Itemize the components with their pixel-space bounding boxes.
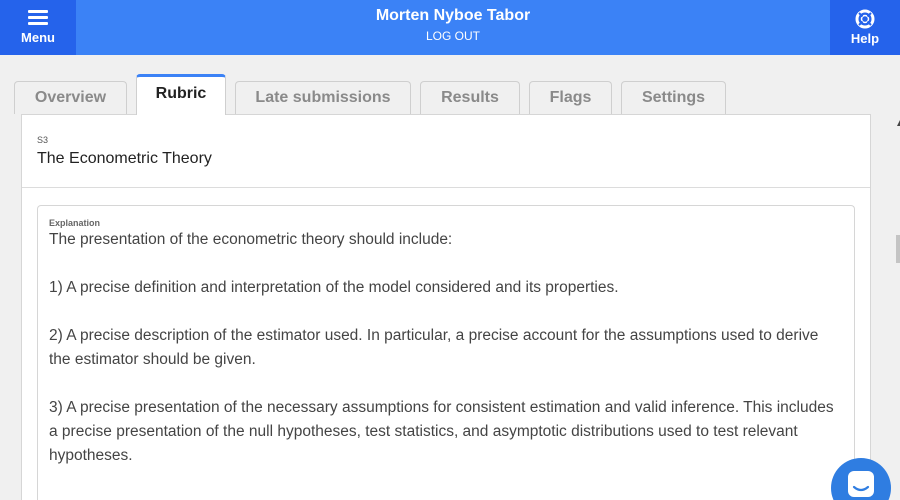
hamburger-icon [28,10,48,25]
tab-late-submissions[interactable]: Late submissions [235,81,411,114]
help-button[interactable]: Help [830,0,900,55]
menu-button[interactable]: Menu [0,0,76,55]
help-label: Help [850,31,880,46]
rubric-section-panel: S3 The Econometric Theory Explanation Th… [21,114,871,500]
tab-rubric[interactable]: Rubric [136,74,226,115]
section-number: S3 [37,135,49,145]
logout-link[interactable]: LOG OUT [426,29,480,43]
tab-bar: Overview Rubric Late submissions Results… [0,74,900,115]
chat-icon [848,471,874,497]
scrollbar-thumb[interactable] [896,235,900,263]
explanation-box: Explanation The presentation of the econ… [37,205,855,500]
menu-label: Menu [21,30,55,45]
tab-overview[interactable]: Overview [14,81,127,114]
tab-flags[interactable]: Flags [529,81,612,114]
explanation-text: The presentation of the econometric theo… [49,231,834,464]
user-name: Morten Nyboe Tabor [375,7,531,24]
user-info: Morten Nyboe Tabor LOG OUT [76,0,830,55]
explanation-label: Explanation [49,218,101,228]
top-navigation-bar: Menu Morten Nyboe Tabor LOG OUT Help [0,0,900,55]
tab-settings[interactable]: Settings [621,81,726,114]
section-header: S3 The Econometric Theory [22,115,870,188]
lifebuoy-icon [855,9,875,29]
section-title: The Econometric Theory [37,150,212,167]
tab-results[interactable]: Results [420,81,520,114]
